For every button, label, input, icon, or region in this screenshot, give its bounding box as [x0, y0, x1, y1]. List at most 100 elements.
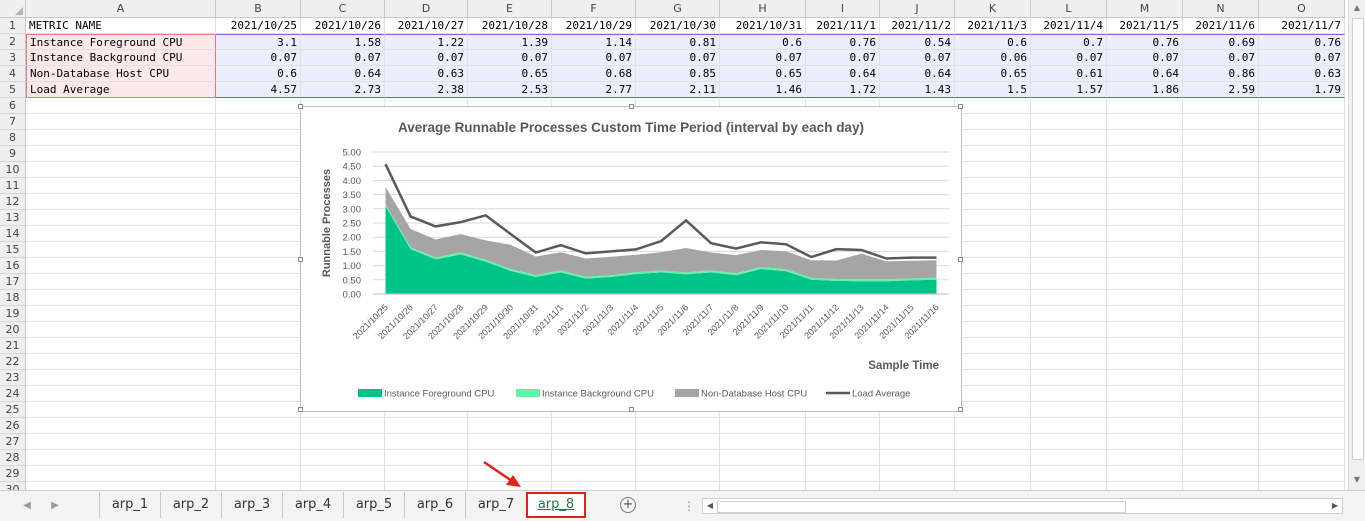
grid-cell[interactable] — [468, 418, 552, 434]
grid-cell[interactable] — [1183, 338, 1259, 354]
grid-cell[interactable]: 0.65 — [955, 66, 1031, 82]
grid-cell[interactable] — [1107, 306, 1183, 322]
grid-cell[interactable] — [216, 354, 301, 370]
grid-cell[interactable] — [26, 226, 216, 242]
grid-cell[interactable]: 2.38 — [385, 82, 468, 98]
header-cell[interactable]: 2021/10/29 — [552, 18, 636, 34]
grid-cell[interactable] — [216, 226, 301, 242]
grid-cell[interactable]: 0.07 — [720, 50, 806, 66]
grid-cell[interactable] — [385, 450, 468, 466]
grid-cell[interactable] — [1259, 434, 1345, 450]
grid-cell[interactable]: 1.72 — [806, 82, 880, 98]
grid-cell[interactable] — [955, 274, 1031, 290]
grid-cell[interactable]: 0.07 — [552, 50, 636, 66]
grid-cell[interactable] — [955, 114, 1031, 130]
select-all-corner[interactable] — [0, 0, 26, 18]
grid-cell[interactable] — [955, 290, 1031, 306]
vertical-scroll-thumb[interactable] — [1352, 18, 1364, 460]
grid-cell[interactable] — [1031, 386, 1107, 402]
grid-cell[interactable] — [216, 290, 301, 306]
grid-cell[interactable] — [1031, 482, 1107, 490]
header-cell[interactable]: 2021/11/7 — [1259, 18, 1345, 34]
add-sheet-button[interactable]: + — [620, 497, 636, 513]
resize-handle[interactable] — [629, 407, 634, 412]
grid-cell[interactable] — [216, 210, 301, 226]
grid-cell[interactable] — [880, 450, 955, 466]
grid-cell[interactable] — [1259, 226, 1345, 242]
grid-cell[interactable]: Instance Foreground CPU — [26, 34, 216, 50]
grid-cell[interactable] — [216, 98, 301, 114]
grid-cell[interactable] — [385, 434, 468, 450]
tab-arp-4[interactable]: arp_4 — [282, 492, 343, 518]
grid-cell[interactable] — [1259, 290, 1345, 306]
grid-cell[interactable] — [955, 194, 1031, 210]
row-header[interactable]: 3 — [0, 50, 26, 66]
row-header[interactable]: 1 — [0, 18, 26, 34]
grid-cell[interactable]: 0.07 — [216, 50, 301, 66]
tab-arp-1[interactable]: arp_1 — [99, 492, 160, 518]
grid-cell[interactable] — [26, 274, 216, 290]
row-header[interactable]: 2 — [0, 34, 26, 50]
grid-cell[interactable] — [1183, 226, 1259, 242]
grid-cell[interactable] — [955, 354, 1031, 370]
resize-handle[interactable] — [629, 104, 634, 109]
row-header[interactable]: 21 — [0, 338, 26, 354]
grid-cell[interactable] — [468, 434, 552, 450]
grid-cell[interactable]: 1.39 — [468, 34, 552, 50]
tab-arp-5[interactable]: arp_5 — [343, 492, 404, 518]
grid-cell[interactable] — [468, 482, 552, 490]
grid-cell[interactable] — [26, 450, 216, 466]
header-cell[interactable]: 2021/11/5 — [1107, 18, 1183, 34]
grid-cell[interactable] — [216, 162, 301, 178]
grid-cell[interactable]: 0.63 — [385, 66, 468, 82]
vertical-scrollbar[interactable]: ▲ ▼ — [1348, 0, 1365, 490]
grid-cell[interactable] — [26, 130, 216, 146]
prev-sheet-icon[interactable]: ◀ — [20, 497, 34, 515]
grid-cell[interactable]: 1.57 — [1031, 82, 1107, 98]
grid-cell[interactable] — [1031, 114, 1107, 130]
grid-cell[interactable] — [1031, 338, 1107, 354]
grid-cell[interactable] — [806, 482, 880, 490]
header-cell[interactable]: METRIC NAME — [26, 18, 216, 34]
grid-cell[interactable]: 0.86 — [1183, 66, 1259, 82]
grid-cell[interactable] — [1107, 482, 1183, 490]
row-header[interactable]: 10 — [0, 162, 26, 178]
row-header[interactable]: 15 — [0, 242, 26, 258]
grid-cell[interactable] — [1183, 418, 1259, 434]
grid-cell[interactable]: 0.65 — [468, 66, 552, 82]
grid-cell[interactable] — [1183, 402, 1259, 418]
grid-cell[interactable]: 0.07 — [636, 50, 720, 66]
grid-cell[interactable]: 0.64 — [880, 66, 955, 82]
grid-cell[interactable] — [1259, 178, 1345, 194]
grid-cell[interactable] — [216, 370, 301, 386]
grid-cell[interactable] — [216, 402, 301, 418]
grid-cell[interactable]: 0.64 — [301, 66, 385, 82]
grid-cell[interactable] — [955, 98, 1031, 114]
grid-cell[interactable] — [301, 450, 385, 466]
grid-cell[interactable] — [1259, 242, 1345, 258]
column-header[interactable]: I — [806, 0, 880, 18]
grid-cell[interactable] — [1183, 194, 1259, 210]
grid-cell[interactable] — [1259, 114, 1345, 130]
grid-cell[interactable] — [1107, 146, 1183, 162]
grid-cell[interactable] — [26, 370, 216, 386]
column-header[interactable]: D — [385, 0, 468, 18]
grid-cell[interactable]: 0.07 — [468, 50, 552, 66]
grid-cell[interactable] — [1259, 386, 1345, 402]
scroll-left-icon[interactable]: ◀ — [703, 499, 717, 513]
grid-cell[interactable] — [301, 466, 385, 482]
header-cell[interactable]: 2021/10/31 — [720, 18, 806, 34]
resize-handle[interactable] — [958, 104, 963, 109]
grid-cell[interactable] — [1183, 322, 1259, 338]
grid-cell[interactable] — [1183, 146, 1259, 162]
row-header[interactable]: 16 — [0, 258, 26, 274]
grid-cell[interactable] — [720, 482, 806, 490]
column-header[interactable]: A — [26, 0, 216, 18]
grid-cell[interactable]: 0.07 — [301, 50, 385, 66]
grid-cell[interactable] — [1183, 130, 1259, 146]
grid-cell[interactable] — [1259, 98, 1345, 114]
grid-cell[interactable] — [26, 386, 216, 402]
grid-cell[interactable] — [1107, 226, 1183, 242]
grid-cell[interactable]: 2.59 — [1183, 82, 1259, 98]
grid-cell[interactable]: 0.65 — [720, 66, 806, 82]
